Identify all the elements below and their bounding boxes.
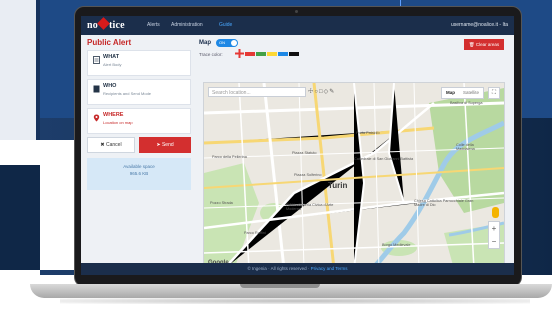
document-icon	[93, 56, 100, 64]
map-place-label: Colle della Maddalena	[456, 143, 475, 151]
available-space-value: 965.6 KB	[129, 171, 149, 176]
trace-color-swatch[interactable]	[256, 52, 266, 56]
trace-color-swatch[interactable]	[289, 52, 299, 56]
send-button-label: Send	[161, 142, 174, 148]
available-space-box: Available space 965.6 KB	[87, 158, 191, 190]
trace-color-swatch[interactable]	[278, 52, 288, 56]
nav-item-guide[interactable]: Guide	[219, 22, 232, 28]
step-sublabel: Recipients and Send Mode	[103, 91, 152, 96]
alert-steps-panel: Public Alert WHAT Alert Body WHO Recipie…	[87, 38, 191, 190]
trash-icon: 🗑	[468, 42, 476, 47]
map-drawing-tools[interactable]: ☩○□◇✎	[308, 88, 335, 95]
laptop-shadow	[60, 298, 530, 304]
step-where[interactable]: WHERE Location on map	[87, 108, 191, 134]
action-buttons: ✖ Cancel ➤ Send	[87, 137, 191, 153]
user-account-menu[interactable]: username@noalice.it - Ita	[451, 22, 508, 28]
background-dark-strip	[0, 165, 40, 270]
footer-text: © Ingenia · All rights reserved ·	[247, 266, 311, 271]
map-city-label: Turin	[328, 181, 348, 190]
map-search-input[interactable]: Search location...	[208, 87, 306, 97]
zoom-control[interactable]: + −	[488, 221, 500, 249]
map-toggle[interactable]: ON	[216, 39, 238, 47]
map-canvas[interactable]	[204, 83, 504, 269]
map-type-control[interactable]: Map Satellite	[440, 87, 484, 99]
map-label: Map	[199, 40, 211, 46]
map-place-label: GAM - Galleria Civica d'Arte Moderna	[286, 203, 334, 211]
book-icon	[93, 85, 100, 93]
available-space-title: Available space	[123, 164, 155, 169]
zoom-out-button[interactable]: −	[489, 235, 499, 248]
map-type-satellite[interactable]: Satellite	[459, 88, 483, 98]
map-place-label: Basilica di Superga	[450, 101, 483, 105]
map-toggle-label: ON	[219, 40, 225, 45]
cancel-button[interactable]: ✖ Cancel	[87, 137, 135, 153]
page-title: Public Alert	[87, 38, 132, 47]
map-type-map[interactable]: Map	[442, 88, 459, 98]
map-place-label: Chiesa Cattolica Parrocchiale Gran Madre…	[414, 199, 474, 207]
map-place-label: Pozzo Strada	[210, 201, 233, 205]
map-place-label: Parco Ruffini	[244, 231, 266, 235]
background-left-window	[0, 0, 36, 160]
step-label: WHO	[103, 83, 117, 89]
logo-text-left: no	[87, 20, 98, 31]
send-button[interactable]: ➤ Send	[139, 137, 191, 153]
map-pin-icon	[93, 114, 100, 122]
map-place-label: Parco della Pellerina	[212, 155, 247, 159]
clear-areas-button[interactable]: 🗑 Clear areas	[464, 39, 504, 50]
map-view[interactable]: Search location... ☩○□◇✎ Map Satellite ⛶ …	[203, 82, 505, 270]
laptop-camera	[295, 10, 298, 13]
map-place-label: Piazza Solferino	[294, 173, 322, 177]
map-place-label: Cattedrale di San Giovanni Battista	[354, 157, 414, 161]
logo-diamond-icon	[97, 17, 110, 30]
zoom-in-button[interactable]: +	[489, 222, 499, 235]
logo-text-right: tice	[108, 20, 125, 31]
street-view-pegman-icon[interactable]	[492, 207, 499, 218]
footer: © Ingenia · All rights reserved · Privac…	[81, 263, 514, 275]
laptop-screen: no tice Alerts Administration Guide usern…	[81, 16, 514, 275]
footer-privacy-link[interactable]: Privacy and Terms	[311, 266, 348, 271]
trace-color-swatch[interactable]	[267, 52, 277, 56]
cancel-button-label: Cancel	[106, 142, 122, 148]
map-place-label: Porta Palazzo	[356, 131, 380, 135]
trace-color-label: Trace color:	[199, 52, 223, 57]
map-place-label: Piazza Statuto	[292, 151, 317, 155]
fullscreen-icon[interactable]: ⛶	[488, 87, 500, 99]
step-sublabel: Location on map	[103, 120, 133, 125]
laptop-base-notch	[240, 284, 320, 288]
map-toggle-knob	[231, 40, 237, 46]
map-place-label: Borgo Medievale	[382, 243, 411, 247]
step-who[interactable]: WHO Recipients and Send Mode	[87, 79, 191, 105]
app-logo[interactable]: no tice	[87, 17, 125, 31]
step-label: WHAT	[103, 54, 120, 60]
nav-item-alerts[interactable]: Alerts	[147, 22, 160, 28]
step-label: WHERE	[103, 112, 124, 118]
step-what[interactable]: WHAT Alert Body	[87, 50, 191, 76]
top-navigation-bar: no tice Alerts Administration Guide usern…	[81, 16, 514, 35]
clear-areas-label: Clear areas	[475, 42, 500, 47]
trace-color-swatch[interactable]	[245, 52, 255, 56]
step-sublabel: Alert Body	[103, 62, 122, 67]
nav-item-administration[interactable]: Administration	[171, 22, 203, 28]
crosshair-icon[interactable]	[235, 49, 244, 58]
